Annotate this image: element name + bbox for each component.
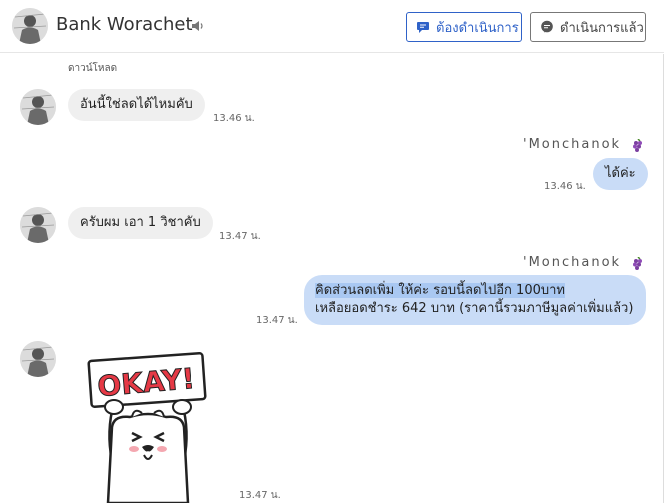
- chat-bubble-icon: [541, 20, 553, 33]
- download-link[interactable]: ดาวน์โหลด: [68, 61, 117, 76]
- chat-bubble-icon: [417, 22, 429, 33]
- needs-action-button[interactable]: ต้องดำเนินการ: [406, 12, 522, 42]
- done-button[interactable]: ดำเนินการแล้ว: [530, 12, 646, 42]
- message-bubble-outgoing[interactable]: ได้ค่ะ: [593, 158, 648, 190]
- grape-emoji-icon: [633, 139, 642, 152]
- contact-name: Bank Worachet: [56, 14, 193, 35]
- sender-avatar[interactable]: [20, 89, 56, 125]
- message-bubble-outgoing[interactable]: คิดส่วนลดเพิ่ม ให้ค่ะ รอบนี้ลดไปอีก 100บ…: [304, 275, 646, 325]
- done-label: ดำเนินการแล้ว: [560, 20, 644, 36]
- message-time: 13.47 น.: [239, 490, 281, 501]
- message-line-highlighted: คิดส่วนลดเพิ่ม ให้ค่ะ รอบนี้ลดไปอีก 100บ…: [315, 283, 565, 298]
- sender-avatar[interactable]: [20, 341, 56, 377]
- speaker-icon[interactable]: [191, 19, 205, 33]
- sender-avatar[interactable]: [20, 207, 56, 243]
- message-time: 13.46 น.: [544, 181, 586, 192]
- message-line: เหลือยอดชำระ 642 บาท (ราคานี้รวมภาษีมูลค…: [315, 301, 634, 316]
- okay-sticker[interactable]: OKAY!: [84, 351, 212, 503]
- grape-emoji-icon: [633, 257, 642, 270]
- message-bubble-incoming[interactable]: ครับผม เอา 1 วิชาคับ: [68, 207, 213, 239]
- chat-area[interactable]: ดาวน์โหลด อันนี้ใช่ลดได้ไหมคับ 13.46 น. …: [0, 54, 664, 503]
- contact-avatar[interactable]: [12, 8, 48, 44]
- message-time: 13.47 น.: [256, 315, 298, 326]
- sender-name: 'Monchanok: [523, 137, 622, 152]
- message-time: 13.46 น.: [213, 113, 255, 124]
- sender-name: 'Monchanok: [523, 255, 622, 270]
- needs-action-label: ต้องดำเนินการ: [436, 20, 519, 36]
- message-bubble-incoming[interactable]: อันนี้ใช่ลดได้ไหมคับ: [68, 89, 205, 121]
- chat-header: Bank Worachet ต้องดำเนินการ ดำเนินการแล้…: [0, 0, 664, 53]
- message-time: 13.47 น.: [219, 231, 261, 242]
